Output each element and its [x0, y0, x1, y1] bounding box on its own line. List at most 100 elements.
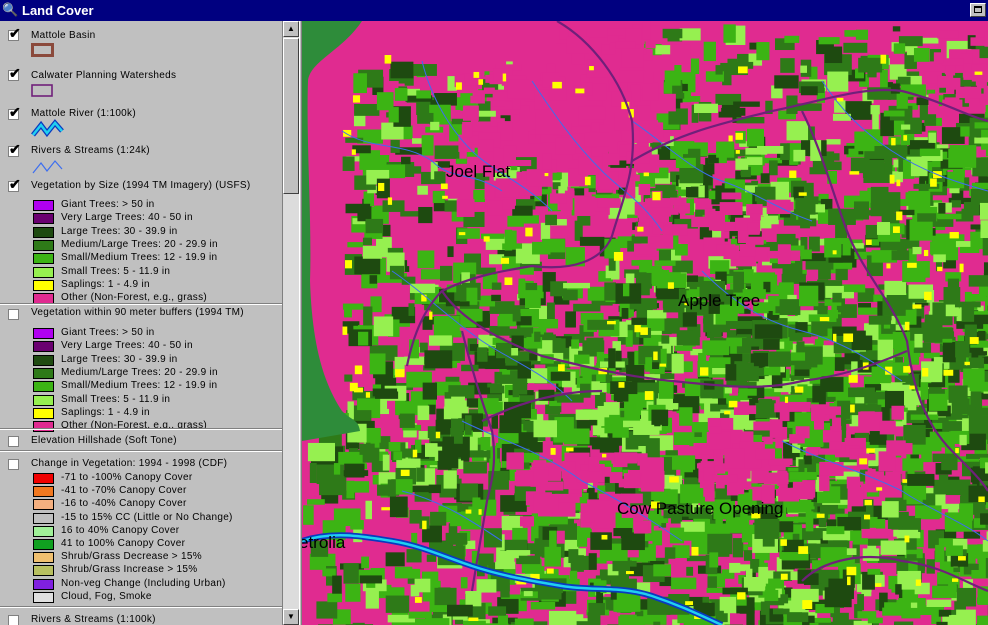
layer-checkbox-calwater[interactable]	[8, 69, 21, 81]
class-color-swatch	[33, 200, 54, 211]
class-label: Cloud, Fog, Smoke	[61, 590, 152, 602]
scroll-down-button[interactable]: ▼	[283, 609, 299, 625]
class-color-swatch	[33, 539, 54, 550]
window-title-bar: 🔍 Land Cover	[0, 0, 988, 21]
layer-name: Calwater Planning Watersheds	[31, 70, 177, 81]
class-color-swatch	[33, 279, 54, 291]
layer-name: Mattole Basin	[31, 30, 96, 41]
legend-panel: Mattole Basin Calwater Planning Watershe…	[0, 21, 283, 625]
class-label: -71 to -100% Canopy Cover	[61, 472, 193, 483]
layer-name: Elevation Hillshade (Soft Tone)	[31, 435, 177, 446]
legend-class-row: -41 to -70% Canopy Cover	[0, 485, 282, 498]
class-color-swatch	[33, 328, 54, 339]
watershed-outline-symbol	[31, 84, 53, 97]
legend-class-row: Medium/Large Trees: 20 - 29.9 in	[0, 367, 282, 380]
legend-class-row: Shrub/Grass Decrease > 15%	[0, 551, 282, 564]
scroll-up-button[interactable]: ▲	[283, 21, 299, 37]
legend-class-row: -16 to -40% Canopy Cover	[0, 498, 282, 511]
class-label: Giant Trees: > 50 in	[61, 199, 155, 210]
legend-class-row: 41 to 100% Canopy Cover	[0, 538, 282, 551]
legend-class-row: Large Trees: 30 - 39.9 in	[0, 225, 282, 239]
legend-class-row: Saplings: 1 - 4.9 in	[0, 406, 282, 420]
layer-name: Vegetation within 90 meter buffers (1994…	[31, 307, 244, 318]
legend-class-row: Non-veg Change (Including Urban)	[0, 577, 282, 591]
class-label: Shrub/Grass Decrease > 15%	[61, 551, 202, 563]
legend-class-row: Large Trees: 30 - 39.9 in	[0, 353, 282, 367]
place-label-petrolia: etrolia	[302, 533, 346, 552]
class-label: Small/Medium Trees: 12 - 19.9 in	[61, 380, 218, 392]
legend-class-row: Giant Trees: > 50 in	[0, 199, 282, 212]
legend-divider	[0, 606, 282, 608]
legend-class-row: Giant Trees: > 50 in	[0, 327, 282, 340]
land-cover-map[interactable]: Joel Flat Apple Tree Cow Pasture Opening…	[302, 21, 988, 625]
class-label: Large Trees: 30 - 39.9 in	[61, 225, 178, 237]
class-label: Large Trees: 30 - 39.9 in	[61, 353, 178, 365]
layer-checkbox-mattole-river[interactable]	[8, 108, 21, 120]
class-label: Saplings: 1 - 4.9 in	[61, 406, 150, 418]
layer-checkbox-change-in-vegetation[interactable]	[8, 459, 19, 470]
layer-name: Rivers & Streams (1:100k)	[31, 614, 156, 625]
legend-class-row: Cloud, Fog, Smoke	[0, 590, 282, 604]
class-label: Other (Non-Forest, e.g., grass)	[61, 292, 208, 304]
class-color-swatch	[33, 239, 54, 251]
layer-checkbox-streams-100k[interactable]	[8, 615, 19, 625]
map-view[interactable]: Joel Flat Apple Tree Cow Pasture Opening…	[302, 21, 988, 625]
layer-name: Change in Vegetation: 1994 - 1998 (CDF)	[31, 458, 228, 469]
class-color-swatch	[33, 341, 54, 353]
legend-class-row: Very Large Trees: 40 - 50 in	[0, 340, 282, 353]
layer-name: Mattole River (1:100k)	[31, 108, 136, 119]
legend-class-row: Saplings: 1 - 4.9 in	[0, 278, 282, 292]
layer-name: Rivers & Streams (1:24k)	[31, 145, 150, 156]
legend-class-row: -71 to -100% Canopy Cover	[0, 472, 282, 485]
layer-checkbox-streams-24k[interactable]	[8, 145, 21, 157]
class-color-swatch	[33, 367, 54, 379]
layer-name: Vegetation by Size (1994 TM Imagery) (US…	[31, 180, 251, 191]
legend-class-row: Medium/Large Trees: 20 - 29.9 in	[0, 238, 282, 252]
legend-class-row: 16 to 40% Canopy Cover	[0, 525, 282, 538]
river-line-symbol	[31, 119, 64, 138]
class-color-swatch	[33, 552, 54, 564]
legend-class-row: Other (Non-Forest, e.g., grass)	[0, 420, 282, 433]
place-label-cow-pasture-opening: Cow Pasture Opening	[617, 499, 783, 518]
class-label: Saplings: 1 - 4.9 in	[61, 278, 150, 290]
legend-divider	[0, 303, 282, 305]
class-label: -41 to -70% Canopy Cover	[61, 485, 187, 497]
class-color-swatch	[33, 473, 54, 484]
class-color-swatch	[33, 578, 54, 590]
class-label: Very Large Trees: 40 - 50 in	[61, 212, 193, 224]
class-color-swatch	[33, 253, 54, 265]
class-color-swatch	[33, 213, 54, 225]
class-label: Shrub/Grass Increase > 15%	[61, 564, 198, 576]
class-color-swatch	[33, 407, 54, 419]
class-label: Giant Trees: > 50 in	[61, 327, 155, 338]
class-color-swatch	[33, 499, 54, 511]
layer-checkbox-mattole-basin[interactable]	[8, 29, 21, 41]
legend-scrollbar[interactable]: ▲ ▼	[283, 21, 299, 625]
class-color-swatch	[33, 226, 54, 238]
legend-divider	[0, 428, 282, 430]
legend-class-row: Small/Medium Trees: 12 - 19.9 in	[0, 380, 282, 393]
class-color-swatch	[33, 421, 54, 433]
stream-line-symbol	[32, 160, 63, 174]
place-label-apple-tree: Apple Tree	[678, 291, 760, 310]
class-color-swatch	[33, 512, 54, 524]
class-label: Medium/Large Trees: 20 - 29.9 in	[61, 238, 218, 250]
scroll-thumb[interactable]	[283, 38, 299, 194]
layer-checkbox-vegetation-by-size[interactable]	[8, 180, 21, 192]
class-color-swatch	[33, 486, 54, 498]
layer-checkbox-vegetation-buffers[interactable]	[8, 309, 19, 320]
legend-class-row: -15 to 15% CC (Little or No Change)	[0, 511, 282, 525]
legend-class-row: Shrub/Grass Increase > 15%	[0, 564, 282, 577]
class-label: Small/Medium Trees: 12 - 19.9 in	[61, 252, 218, 264]
legend-class-row: Small Trees: 5 - 11.9 in	[0, 394, 282, 407]
class-label: -15 to 15% CC (Little or No Change)	[61, 511, 233, 523]
layer-checkbox-hillshade[interactable]	[8, 436, 19, 447]
class-label: -16 to -40% Canopy Cover	[61, 498, 187, 510]
class-label: Non-veg Change (Including Urban)	[61, 577, 226, 589]
class-color-swatch	[33, 525, 54, 537]
maximize-button[interactable]	[970, 3, 986, 17]
class-color-swatch	[33, 394, 54, 406]
class-label: Small Trees: 5 - 11.9 in	[61, 265, 171, 277]
window-title: Land Cover	[22, 3, 94, 18]
place-label-joel-flat: Joel Flat	[446, 162, 511, 181]
